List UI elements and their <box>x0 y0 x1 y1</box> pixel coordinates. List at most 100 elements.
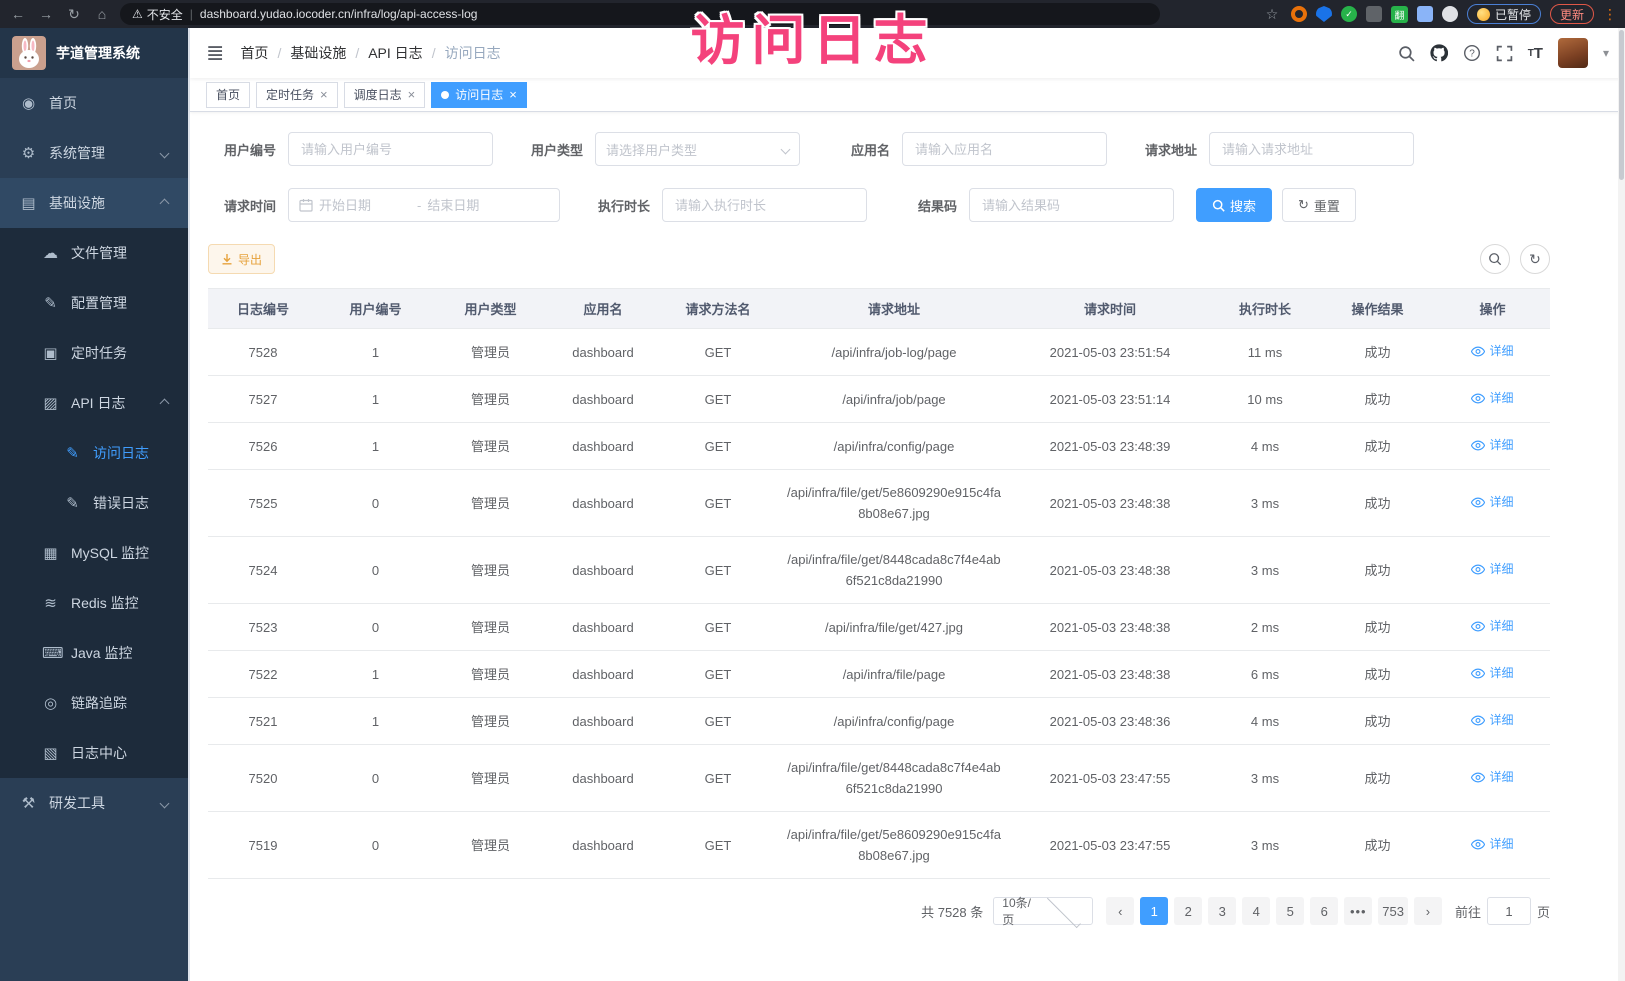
sidebar-item-log-center[interactable]: ▧日志中心 <box>0 728 188 778</box>
extension-icon-shield[interactable] <box>1316 6 1332 22</box>
browser-menu-icon[interactable]: ⋮ <box>1603 6 1617 23</box>
user-id-input[interactable] <box>288 132 493 166</box>
detail-link[interactable]: 详细 <box>1471 435 1513 456</box>
update-button[interactable]: 更新 <box>1550 4 1594 24</box>
cell-request-time: 2021-05-03 23:48:38 <box>1010 470 1210 537</box>
page-scrollbar[interactable] <box>1618 28 1625 981</box>
app-name-input[interactable] <box>902 132 1107 166</box>
detail-link[interactable]: 详细 <box>1471 559 1513 580</box>
request-url-input[interactable] <box>1209 132 1414 166</box>
app-logo[interactable]: 芋道管理系统 <box>0 28 188 78</box>
page-button[interactable]: 3 <box>1208 897 1236 925</box>
detail-link[interactable]: 详细 <box>1471 834 1513 855</box>
sidebar-item-system[interactable]: ⚙系统管理 <box>0 128 188 178</box>
prev-page-button[interactable]: ‹ <box>1106 897 1134 925</box>
sidebar-item-trace[interactable]: ◎链路追踪 <box>0 678 188 728</box>
log-icon: ▨ <box>42 394 59 412</box>
extensions-pin-icon[interactable] <box>1442 6 1458 22</box>
refresh-icon[interactable]: ↻ <box>1520 244 1550 274</box>
extension-icon-orange[interactable] <box>1291 6 1307 22</box>
forward-icon[interactable]: → <box>36 6 56 22</box>
menu-collapse-icon[interactable]: ≣ <box>206 42 224 64</box>
close-icon[interactable]: × <box>509 88 517 101</box>
filter-row-2: 请求时间 - 执行时长 <box>208 188 1550 222</box>
pagination: 共 7528 条 10条/页 ‹ 123456•••753 › 前往 <box>208 897 1550 925</box>
home-icon[interactable]: ⌂ <box>92 6 112 22</box>
close-icon[interactable]: × <box>320 88 328 101</box>
security-warning[interactable]: ⚠不安全 <box>132 6 183 23</box>
cell-log-id: 7521 <box>208 698 318 745</box>
detail-link[interactable]: 详细 <box>1471 616 1513 637</box>
font-size-icon[interactable]: TT <box>1528 45 1543 62</box>
sidebar-item-home[interactable]: ◉首页 <box>0 78 188 128</box>
sidebar-item-java-monitor[interactable]: ⌨Java 监控 <box>0 628 188 678</box>
extension-icon-blocks[interactable] <box>1366 6 1382 22</box>
start-date-input[interactable] <box>319 198 411 213</box>
detail-link[interactable]: 详细 <box>1471 341 1513 362</box>
export-button[interactable]: 导出 <box>208 244 275 274</box>
close-icon[interactable]: × <box>408 88 416 101</box>
tab-access-log[interactable]: 访问日志× <box>431 82 527 108</box>
view-eye-icon <box>1471 564 1485 575</box>
breadcrumb-item[interactable]: 基础设施 <box>290 43 346 63</box>
github-icon[interactable] <box>1430 44 1448 62</box>
detail-link[interactable]: 详细 <box>1471 767 1513 788</box>
sidebar-item-devtools[interactable]: ⚒研发工具 <box>0 778 188 828</box>
detail-link[interactable]: 详细 <box>1471 388 1513 409</box>
date-range-picker[interactable]: - <box>288 188 560 222</box>
search-button[interactable]: 搜索 <box>1196 188 1272 222</box>
duration-input[interactable] <box>662 188 867 222</box>
page-button[interactable]: 753 <box>1378 897 1408 925</box>
back-icon[interactable]: ← <box>8 6 28 22</box>
cell-request-time: 2021-05-03 23:47:55 <box>1010 745 1210 812</box>
sidebar-item-access-log[interactable]: ✎访问日志 <box>0 428 188 478</box>
hide-search-icon[interactable] <box>1480 244 1510 274</box>
address-bar[interactable]: ⚠不安全 | dashboard.yudao.iocoder.cn/infra/… <box>120 3 1160 25</box>
table-toolbar: 导出 ↻ <box>208 244 1550 274</box>
page-button[interactable]: 4 <box>1242 897 1270 925</box>
page-size-select[interactable]: 10条/页 <box>993 897 1093 925</box>
sidebar-item-mysql-monitor[interactable]: ▦MySQL 监控 <box>0 528 188 578</box>
result-code-input[interactable] <box>969 188 1174 222</box>
page-button[interactable]: 2 <box>1174 897 1202 925</box>
extension-icon-flask[interactable] <box>1417 6 1433 22</box>
breadcrumb-item[interactable]: 首页 <box>240 43 268 63</box>
top-navbar: ≣ 首页/基础设施/API 日志/访问日志 ? TT ▾ <box>190 28 1625 78</box>
next-page-button[interactable]: › <box>1414 897 1442 925</box>
reload-icon[interactable]: ↻ <box>64 6 84 23</box>
sidebar-item-redis-monitor[interactable]: ≋Redis 监控 <box>0 578 188 628</box>
tab-scheduled-jobs[interactable]: 定时任务× <box>256 82 338 108</box>
chevron-down-icon[interactable]: ▾ <box>1603 46 1609 60</box>
user-avatar[interactable] <box>1558 38 1588 68</box>
fullscreen-icon[interactable] <box>1496 45 1513 62</box>
sidebar-item-error-log[interactable]: ✎错误日志 <box>0 478 188 528</box>
detail-link[interactable]: 详细 <box>1471 663 1513 684</box>
tab-home[interactable]: 首页 <box>206 82 250 108</box>
reset-button[interactable]: ↻ 重置 <box>1282 188 1356 222</box>
sidebar-item-scheduled-jobs[interactable]: ▣定时任务 <box>0 328 188 378</box>
breadcrumb-item[interactable]: API 日志 <box>368 43 422 63</box>
end-date-input[interactable] <box>427 198 519 213</box>
cell-result: 成功 <box>1320 329 1435 376</box>
page-button[interactable]: 5 <box>1276 897 1304 925</box>
detail-link[interactable]: 详细 <box>1471 492 1513 513</box>
search-icon[interactable] <box>1398 45 1415 62</box>
sidebar-item-file-management[interactable]: ☁文件管理 <box>0 228 188 278</box>
scrollbar-thumb[interactable] <box>1619 30 1624 180</box>
sidebar-item-config-management[interactable]: ✎配置管理 <box>0 278 188 328</box>
user-type-select[interactable]: 请选择用户类型 <box>595 132 800 166</box>
page-button[interactable]: 6 <box>1310 897 1338 925</box>
translate-icon[interactable]: 翻 <box>1391 6 1408 23</box>
column-header: 执行时长 <box>1210 289 1320 329</box>
goto-page-input[interactable] <box>1487 897 1531 925</box>
bookmark-star-icon[interactable]: ☆ <box>1262 6 1282 23</box>
sidebar-item-infra[interactable]: ▤基础设施 <box>0 178 188 228</box>
sidebar-item-api-log[interactable]: ▨API 日志 <box>0 378 188 428</box>
cell-method: GET <box>658 376 778 423</box>
help-icon[interactable]: ? <box>1463 44 1481 62</box>
paused-badge[interactable]: 已暂停 <box>1467 4 1541 24</box>
tab-job-log[interactable]: 调度日志× <box>344 82 426 108</box>
page-button[interactable]: 1 <box>1140 897 1168 925</box>
detail-link[interactable]: 详细 <box>1471 710 1513 731</box>
extension-icon-green[interactable]: ✓ <box>1341 6 1357 22</box>
